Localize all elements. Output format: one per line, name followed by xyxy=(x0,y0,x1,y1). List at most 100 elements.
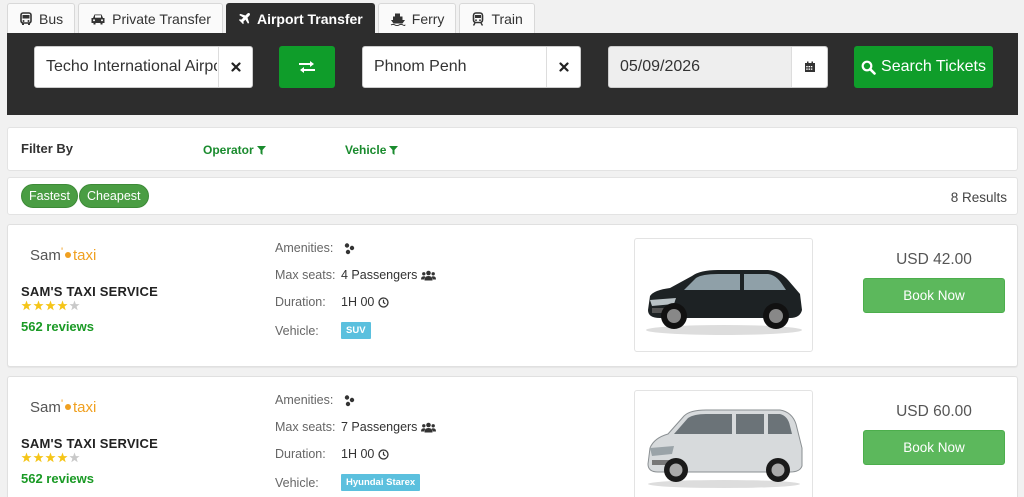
ferry-icon xyxy=(390,13,406,26)
filter-bar: Filter By Operator Vehicle xyxy=(7,127,1018,171)
svg-text:': ' xyxy=(61,246,63,258)
amenities-icon xyxy=(344,395,355,407)
rating-stars xyxy=(21,300,80,311)
tab-label: Train xyxy=(491,10,523,27)
star-icon xyxy=(21,452,32,463)
clock-icon xyxy=(378,448,390,460)
star-icon xyxy=(57,300,68,311)
duration-row: Duration: 1H 00 xyxy=(275,447,390,461)
star-empty-icon xyxy=(69,452,80,463)
svg-text:taxi: taxi xyxy=(73,399,96,416)
vehicle-row: Vehicle: Hyundai Starex xyxy=(275,474,421,491)
funnel-icon xyxy=(256,145,266,155)
amenities-row: Amenities: xyxy=(275,241,357,255)
duration-value: 1H 00 xyxy=(341,295,375,309)
price: USD 42.00 xyxy=(896,251,972,268)
max-seats-value: 7 Passengers xyxy=(341,420,418,434)
search-tickets-button[interactable]: Search Tickets xyxy=(854,46,993,88)
transport-tabs: Bus Private Transfer Airport Transfer Fe… xyxy=(7,3,535,33)
fastest-label: Fastest xyxy=(29,189,70,203)
van-image xyxy=(646,409,802,488)
plane-icon xyxy=(238,12,250,25)
tab-private-transfer[interactable]: Private Transfer xyxy=(78,3,223,33)
vehicle-row: Vehicle: SUV xyxy=(275,322,371,339)
reviews-link[interactable]: 562 reviews xyxy=(21,471,94,486)
book-now-label: Book Now xyxy=(903,288,965,303)
star-icon xyxy=(33,300,44,311)
svg-text:': ' xyxy=(61,398,63,410)
users-icon xyxy=(421,422,437,432)
duration-row: Duration: 1H 00 xyxy=(275,295,390,309)
vehicle-filter[interactable]: Vehicle xyxy=(345,143,399,157)
tab-label: Ferry xyxy=(411,10,445,27)
date-input[interactable] xyxy=(609,47,789,87)
exchange-icon xyxy=(299,61,315,73)
vehicle-filter-label: Vehicle xyxy=(345,143,387,157)
operator-name: SAM'S TAXI SERVICE xyxy=(21,284,158,299)
close-icon xyxy=(558,62,569,72)
result-card: Sam ' taxi SAM'S TAXI SERVICE 562 review… xyxy=(7,224,1018,367)
clear-destination-button[interactable] xyxy=(546,47,580,87)
max-seats-value: 4 Passengers xyxy=(341,268,418,282)
star-icon xyxy=(21,300,32,311)
max-seats-row: Max seats: 7 Passengers xyxy=(275,420,437,434)
date-field xyxy=(608,46,828,88)
amenities-label: Amenities: xyxy=(275,393,334,407)
calendar-button[interactable] xyxy=(791,47,827,87)
amenities-icon xyxy=(344,243,355,255)
operator-logo: Sam ' taxi xyxy=(30,246,96,264)
filter-by-label: Filter By xyxy=(21,141,74,156)
vehicle-label: Vehicle: xyxy=(275,475,319,490)
duration-label: Duration: xyxy=(275,447,326,461)
tab-label: Bus xyxy=(39,10,64,27)
operator-filter-label: Operator xyxy=(203,143,254,157)
search-icon xyxy=(861,60,876,75)
origin-field xyxy=(34,46,253,88)
vehicle-type-badge: SUV xyxy=(341,322,371,339)
tab-label: Private Transfer xyxy=(112,10,211,27)
duration-label: Duration: xyxy=(275,295,326,309)
tab-ferry[interactable]: Ferry xyxy=(377,3,457,33)
svg-text:taxi: taxi xyxy=(73,247,96,264)
tab-airport-transfer[interactable]: Airport Transfer xyxy=(225,3,375,33)
operator-filter[interactable]: Operator xyxy=(203,143,266,157)
results-count: 8 Results xyxy=(950,190,1007,205)
svg-text:Sam: Sam xyxy=(30,399,61,416)
sort-cheapest-button[interactable]: Cheapest xyxy=(79,184,149,208)
suv-image xyxy=(645,270,802,335)
train-icon xyxy=(473,11,484,26)
star-icon xyxy=(33,452,44,463)
search-button-label: Search Tickets xyxy=(881,58,986,75)
destination-input[interactable] xyxy=(363,47,545,87)
amenities-row: Amenities: xyxy=(275,393,357,407)
sort-bar: Fastest Cheapest 8 Results xyxy=(7,177,1018,215)
book-now-button[interactable]: Book Now xyxy=(863,430,1005,465)
clear-origin-button[interactable] xyxy=(218,47,252,87)
svg-text:Sam: Sam xyxy=(30,247,61,264)
destination-field xyxy=(362,46,581,88)
max-seats-label: Max seats: xyxy=(275,268,336,282)
funnel-icon xyxy=(389,145,399,155)
clock-icon xyxy=(378,296,390,308)
rating-stars xyxy=(21,452,80,463)
tab-bus[interactable]: Bus xyxy=(7,3,76,33)
bus-icon xyxy=(20,11,32,25)
origin-input[interactable] xyxy=(35,47,217,87)
tab-label: Airport Transfer xyxy=(256,10,363,27)
swap-locations-button[interactable] xyxy=(279,46,335,88)
book-now-button[interactable]: Book Now xyxy=(863,278,1005,313)
star-icon xyxy=(45,452,56,463)
duration-value: 1H 00 xyxy=(341,447,375,461)
sort-fastest-button[interactable]: Fastest xyxy=(21,184,78,208)
vehicle-image xyxy=(634,390,813,497)
reviews-link[interactable]: 562 reviews xyxy=(21,319,94,334)
vehicle-type-badge: Hyundai Starex xyxy=(341,474,421,491)
tab-train[interactable]: Train xyxy=(459,3,535,33)
vehicle-image xyxy=(634,238,813,352)
operator-logo: Sam ' taxi xyxy=(30,398,96,416)
search-panel: Search Tickets xyxy=(7,33,1018,115)
max-seats-label: Max seats: xyxy=(275,420,336,434)
vehicle-label: Vehicle: xyxy=(275,323,319,338)
star-empty-icon xyxy=(69,300,80,311)
price: USD 60.00 xyxy=(896,403,972,420)
